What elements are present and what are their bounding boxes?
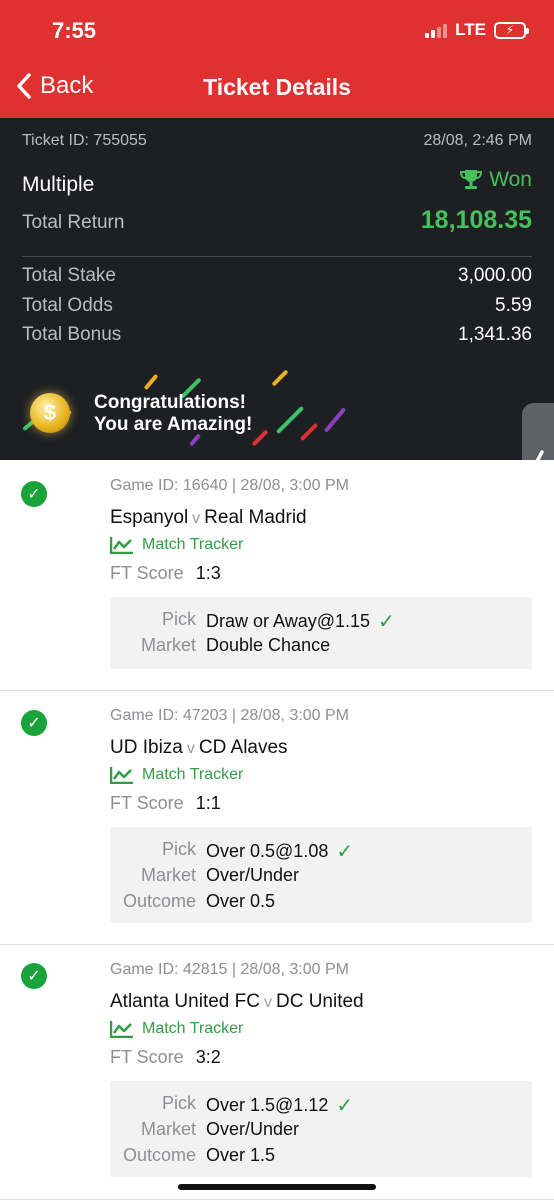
- check-icon: ✓: [336, 841, 354, 863]
- ft-score: FT Score 1:3: [110, 563, 221, 584]
- market-value: Double Chance: [206, 635, 331, 655]
- versus: v: [263, 994, 272, 1011]
- check-icon: ✓: [336, 1095, 354, 1117]
- outcome-label: Outcome: [122, 1145, 196, 1165]
- total-stake-value: 3,000.00: [458, 265, 532, 286]
- pick-value: Draw or Away@1.15: [206, 611, 371, 631]
- ticket-datetime: 28/08, 2:46 PM: [423, 132, 532, 149]
- bet-item: ✓ Game ID: 42815 | 28/08, 3:00 PM Atlant…: [0, 945, 554, 1200]
- pick-box: Pick Over 0.5@1.08 ✓ Market Over/Under Ou…: [110, 827, 532, 923]
- away-team: Real Madrid: [204, 507, 307, 528]
- market-label: Market: [140, 1119, 196, 1139]
- total-odds-label: Total Odds: [22, 295, 113, 316]
- match-tracker-link[interactable]: Match Tracker: [110, 766, 243, 784]
- ft-score-value: 1:3: [195, 563, 221, 583]
- match-teams: UD Ibiza v CD Alaves: [110, 737, 288, 759]
- game-id: Game ID: 42815 | 28/08, 3:00 PM: [110, 961, 349, 978]
- ft-score-value: 1:1: [195, 793, 221, 813]
- check-icon: ✓: [378, 611, 395, 633]
- back-button[interactable]: Back: [16, 72, 93, 100]
- versus: v: [186, 740, 195, 757]
- pick-label: Pick: [161, 609, 196, 629]
- outcome-label: Outcome: [122, 891, 196, 911]
- home-team: Espanyol: [110, 507, 189, 528]
- coin-icon: $: [30, 393, 70, 433]
- back-label: Back: [40, 72, 94, 99]
- won-check-icon: ✓: [21, 963, 47, 989]
- bet-item: ✓ Game ID: 16640 | 28/08, 3:00 PM Espany…: [0, 460, 554, 691]
- away-team: CD Alaves: [198, 737, 288, 758]
- match-tracker-label: Match Tracker: [142, 536, 244, 553]
- ft-score-label: FT Score: [110, 793, 184, 813]
- total-bonus-label: Total Bonus: [22, 324, 122, 345]
- versus: v: [192, 510, 201, 527]
- congrats-line-2: You are Amazing!: [94, 414, 253, 435]
- pick-value: Over 1.5@1.12: [206, 1095, 329, 1115]
- summary-divider: [22, 256, 532, 257]
- market-label: Market: [140, 635, 196, 655]
- game-id: Game ID: 16640 | 28/08, 3:00 PM: [110, 477, 349, 494]
- match-teams: Espanyol v Real Madrid: [110, 507, 307, 529]
- won-check-icon: ✓: [21, 481, 47, 507]
- ft-score: FT Score 1:1: [110, 793, 221, 814]
- status-icons: LTE ⚡: [425, 20, 529, 40]
- trophy-icon: [460, 170, 483, 189]
- match-tracker-label: Match Tracker: [142, 1020, 244, 1037]
- game-id: Game ID: 47203 | 28/08, 3:00 PM: [110, 707, 349, 724]
- market-value: Over/Under: [206, 1119, 300, 1139]
- total-bonus-value: 1,341.36: [458, 324, 532, 345]
- congrats-banner: Congratulations! You are Amazing!: [94, 392, 252, 436]
- status-time: 7:55: [52, 18, 97, 43]
- market-label: Market: [140, 865, 196, 885]
- ticket-id: Ticket ID: 755055: [22, 132, 147, 149]
- home-team: UD Ibiza: [110, 737, 183, 758]
- status-text: Won: [489, 168, 532, 191]
- outcome-value: Over 1.5: [206, 1145, 276, 1165]
- chart-line-icon: [110, 767, 133, 784]
- home-indicator[interactable]: [178, 1184, 376, 1190]
- chart-line-icon: [110, 1021, 133, 1038]
- signal-icon: [425, 22, 448, 38]
- status-badge: Won: [459, 168, 532, 192]
- pick-box: Pick Draw or Away@1.15 ✓ Market Double Ch…: [110, 597, 532, 669]
- pick-label: Pick: [161, 1093, 196, 1113]
- chevron-left-icon: [17, 73, 31, 99]
- won-check-icon: ✓: [21, 710, 47, 736]
- total-stake-label: Total Stake: [22, 265, 116, 286]
- battery-charging-icon: ⚡: [494, 21, 529, 39]
- market-value: Over/Under: [206, 865, 300, 885]
- congrats-line-1: Congratulations!: [94, 392, 246, 413]
- ticket-type: Multiple: [22, 173, 95, 196]
- bet-item: ✓ Game ID: 47203 | 28/08, 3:00 PM UD Ibi…: [0, 691, 554, 945]
- ft-score-label: FT Score: [110, 1047, 184, 1067]
- match-tracker-label: Match Tracker: [142, 766, 244, 783]
- total-return-label: Total Return: [22, 212, 125, 233]
- ft-score-label: FT Score: [110, 563, 184, 583]
- pick-value: Over 0.5@1.08: [206, 841, 329, 861]
- home-team: Atlanta United FC: [110, 991, 260, 1012]
- chart-line-icon: [110, 537, 133, 554]
- top-bar: 7:55 LTE ⚡ Ticket Details Back: [0, 0, 554, 118]
- ft-score-value: 3:2: [195, 1047, 221, 1067]
- away-team: DC United: [275, 991, 364, 1012]
- pick-box: Pick Over 1.5@1.12 ✓ Market Over/Under Ou…: [110, 1081, 532, 1177]
- ft-score: FT Score 3:2: [110, 1047, 221, 1068]
- total-return-value: 18,108.35: [420, 206, 532, 234]
- ticket-summary: Ticket ID: 755055 28/08, 2:46 PM Multipl…: [0, 118, 554, 460]
- match-tracker-link[interactable]: Match Tracker: [110, 1020, 243, 1038]
- total-odds-value: 5.59: [495, 295, 532, 316]
- outcome-value: Over 0.5: [206, 891, 276, 911]
- match-tracker-link[interactable]: Match Tracker: [110, 536, 243, 554]
- network-type: LTE: [455, 20, 486, 39]
- match-teams: Atlanta United FC v DC United: [110, 991, 364, 1013]
- pick-label: Pick: [161, 839, 196, 859]
